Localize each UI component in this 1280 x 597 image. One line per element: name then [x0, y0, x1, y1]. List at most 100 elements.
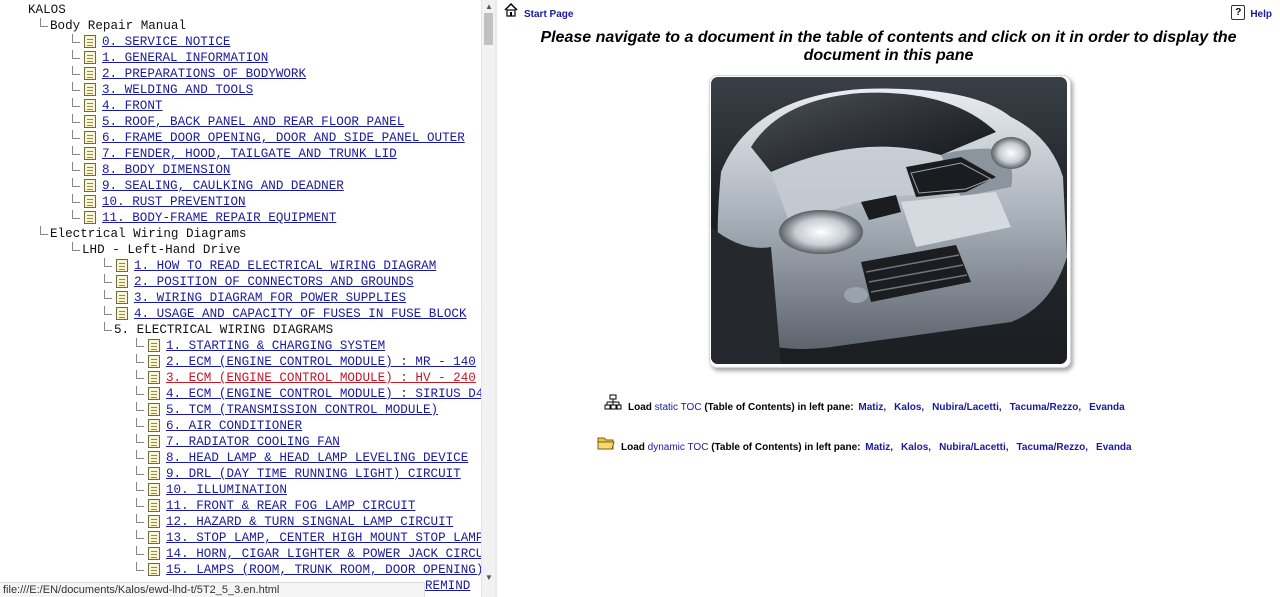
- toc-link[interactable]: 2. POSITION OF CONNECTORS AND GROUNDS: [134, 275, 414, 289]
- toc-item[interactable]: 0. SERVICE NOTICE: [66, 34, 230, 50]
- toc-item[interactable]: 15. LAMPS (ROOM, TRUNK ROOM, DOOR OPENIN…: [130, 562, 481, 578]
- toc-link[interactable]: 6. AIR CONDITIONER: [166, 419, 302, 433]
- toc-item[interactable]: 4. FRONT: [66, 98, 162, 114]
- toc-item[interactable]: 2. ECM (ENGINE CONTROL MODULE) : MR - 14…: [130, 354, 476, 370]
- toc-link[interactable]: 0. SERVICE NOTICE: [102, 35, 230, 49]
- status-bar-url: file:///E:/EN/documents/Kalos/ewd-lhd-t/…: [0, 582, 425, 597]
- tree-connector: [130, 498, 146, 514]
- car-model-link[interactable]: Evanda: [1096, 442, 1132, 453]
- toc-link[interactable]: 8. BODY DIMENSION: [102, 163, 230, 177]
- toc-link[interactable]: 6. FRAME DOOR OPENING, DOOR AND SIDE PAN…: [102, 131, 465, 145]
- toc-link[interactable]: 8. HEAD LAMP & HEAD LAMP LEVELING DEVICE: [166, 451, 468, 465]
- toc-link[interactable]: 7. FENDER, HOOD, TAILGATE AND TRUNK LID: [102, 147, 397, 161]
- toc-link[interactable]: 1. HOW TO READ ELECTRICAL WIRING DIAGRAM: [134, 259, 436, 273]
- toc-item[interactable]: 6. FRAME DOOR OPENING, DOOR AND SIDE PAN…: [66, 130, 465, 146]
- toc-link[interactable]: 4. FRONT: [102, 99, 162, 113]
- toc-link[interactable]: 7. RADIATOR COOLING FAN: [166, 435, 340, 449]
- toc-item[interactable]: 1. STARTING & CHARGING SYSTEM: [130, 338, 385, 354]
- scroll-thumb[interactable]: [484, 13, 493, 45]
- toc-item[interactable]: 9. DRL (DAY TIME RUNNING LIGHT) CIRCUIT: [130, 466, 461, 482]
- toc-link[interactable]: 1. STARTING & CHARGING SYSTEM: [166, 339, 385, 353]
- toc-item[interactable]: 1. GENERAL INFORMATION: [66, 50, 268, 66]
- document-icon: [148, 419, 160, 432]
- toc-item[interactable]: 3. ECM (ENGINE CONTROL MODULE) : HV - 24…: [130, 370, 476, 386]
- toc-item[interactable]: 1. HOW TO READ ELECTRICAL WIRING DIAGRAM: [98, 258, 436, 274]
- toc-link[interactable]: 11. BODY-FRAME REPAIR EQUIPMENT: [102, 211, 336, 225]
- tree-connector: [66, 242, 82, 258]
- toc-item[interactable]: 8. HEAD LAMP & HEAD LAMP LEVELING DEVICE: [130, 450, 468, 466]
- scroll-up-arrow[interactable]: ▲: [485, 3, 493, 11]
- toc-link[interactable]: 10. RUST PREVENTION: [102, 195, 246, 209]
- toc-link[interactable]: 1. GENERAL INFORMATION: [102, 51, 268, 65]
- car-model-link[interactable]: Kalos,: [894, 402, 924, 413]
- tree-connector: [130, 402, 146, 418]
- car-model-link[interactable]: Tacuma/Rezzo,: [1010, 402, 1082, 413]
- toc-link[interactable]: 14. HORN, CIGAR LIGHTER & POWER JACK CIR…: [166, 547, 481, 561]
- toc-item[interactable]: 8. BODY DIMENSION: [66, 162, 230, 178]
- toc-link[interactable]: 5. ROOF, BACK PANEL AND REAR FLOOR PANEL: [102, 115, 404, 129]
- car-model-link[interactable]: Tacuma/Rezzo,: [1017, 442, 1089, 453]
- toc-link[interactable]: 2. ECM (ENGINE CONTROL MODULE) : MR - 14…: [166, 355, 476, 369]
- dynamic-toc-link[interactable]: dynamic TOC: [648, 442, 709, 453]
- toc-item[interactable]: 9. SEALING, CAULKING AND DEADNER: [66, 178, 344, 194]
- tree-connector: [130, 434, 146, 450]
- toc-item[interactable]: 5. ROOF, BACK PANEL AND REAR FLOOR PANEL: [66, 114, 404, 130]
- toc-scrollbar[interactable]: ▲ ▼: [481, 0, 495, 597]
- toc-item[interactable]: 7. FENDER, HOOD, TAILGATE AND TRUNK LID: [66, 146, 397, 162]
- document-icon: [148, 451, 160, 464]
- toc-item[interactable]: 7. RADIATOR COOLING FAN: [130, 434, 340, 450]
- car-model-link[interactable]: Matiz,: [865, 442, 893, 453]
- toc-link[interactable]: 10. ILLUMINATION: [166, 483, 287, 497]
- toc-link[interactable]: 4. ECM (ENGINE CONTROL MODULE) : SIRIUS …: [166, 387, 481, 401]
- toc-link[interactable]: REMIND: [425, 579, 470, 593]
- toc-item[interactable]: 10. ILLUMINATION: [130, 482, 287, 498]
- toc-link[interactable]: 3. ECM (ENGINE CONTROL MODULE) : HV - 24…: [166, 371, 476, 385]
- load-dynamic-toc-row: Load dynamic TOC (Table of Contents) in …: [597, 437, 1132, 455]
- toc-link[interactable]: 2. PREPARATIONS OF BODYWORK: [102, 67, 306, 81]
- toc-link[interactable]: 11. FRONT & REAR FOG LAMP CIRCUIT: [166, 499, 415, 513]
- toc-link[interactable]: 15. LAMPS (ROOM, TRUNK ROOM, DOOR OPENIN…: [166, 563, 481, 577]
- toc-item[interactable]: 3. WIRING DIAGRAM FOR POWER SUPPLIES: [98, 290, 406, 306]
- toc-root: KALOS: [28, 2, 66, 18]
- toc-item[interactable]: 2. PREPARATIONS OF BODYWORK: [66, 66, 306, 82]
- toc-item[interactable]: 3. WELDING AND TOOLS: [66, 82, 253, 98]
- scroll-down-arrow[interactable]: ▼: [485, 574, 493, 582]
- car-model-link[interactable]: Evanda: [1089, 402, 1125, 413]
- toc-item[interactable]: 14. HORN, CIGAR LIGHTER & POWER JACK CIR…: [130, 546, 481, 562]
- toc-item-partial[interactable]: REMIND: [425, 578, 470, 594]
- toc-item[interactable]: 11. FRONT & REAR FOG LAMP CIRCUIT: [130, 498, 415, 514]
- toc-link[interactable]: 3. WIRING DIAGRAM FOR POWER SUPPLIES: [134, 291, 406, 305]
- toc-label: Body Repair Manual: [50, 19, 187, 33]
- toc-item[interactable]: 4. USAGE AND CAPACITY OF FUSES IN FUSE B…: [98, 306, 467, 322]
- toc-item[interactable]: 6. AIR CONDITIONER: [130, 418, 302, 434]
- document-icon: [148, 531, 160, 544]
- tree-connector: [130, 354, 146, 370]
- document-icon: [148, 483, 160, 496]
- toc-item[interactable]: 2. POSITION OF CONNECTORS AND GROUNDS: [98, 274, 414, 290]
- start-page-link[interactable]: Start Page: [504, 3, 573, 21]
- toc-item[interactable]: 5. TCM (TRANSMISSION CONTROL MODULE): [130, 402, 438, 418]
- toc-link[interactable]: 13. STOP LAMP, CENTER HIGH MOUNT STOP LA…: [166, 531, 481, 545]
- toc-item[interactable]: 4. ECM (ENGINE CONTROL MODULE) : SIRIUS …: [130, 386, 481, 402]
- tree-connector: [34, 226, 50, 242]
- toc-item[interactable]: 11. BODY-FRAME REPAIR EQUIPMENT: [66, 210, 336, 226]
- tree-connector: [66, 98, 82, 114]
- toc-item[interactable]: 12. HAZARD & TURN SINGNAL LAMP CIRCUIT: [130, 514, 453, 530]
- static-toc-link[interactable]: static TOC: [655, 402, 702, 413]
- toc-link[interactable]: 4. USAGE AND CAPACITY OF FUSES IN FUSE B…: [134, 307, 467, 321]
- toc-item[interactable]: 13. STOP LAMP, CENTER HIGH MOUNT STOP LA…: [130, 530, 481, 546]
- toc-pane[interactable]: KALOS Body Repair Manual 0. SERVICE NOTICE…: [0, 0, 481, 597]
- toc-link[interactable]: 12. HAZARD & TURN SINGNAL LAMP CIRCUIT: [166, 515, 453, 529]
- car-model-link[interactable]: Nubira/Lacetti,: [932, 402, 1001, 413]
- car-model-link[interactable]: Matiz,: [858, 402, 886, 413]
- toc-link[interactable]: 9. DRL (DAY TIME RUNNING LIGHT) CIRCUIT: [166, 467, 461, 481]
- toc-link[interactable]: 9. SEALING, CAULKING AND DEADNER: [102, 179, 344, 193]
- document-icon: [148, 435, 160, 448]
- car-model-link[interactable]: Kalos,: [901, 442, 931, 453]
- car-model-link[interactable]: Nubira/Lacetti,: [939, 442, 1008, 453]
- toc-link[interactable]: 5. TCM (TRANSMISSION CONTROL MODULE): [166, 403, 438, 417]
- toc-link[interactable]: 3. WELDING AND TOOLS: [102, 83, 253, 97]
- document-icon: [148, 515, 160, 528]
- toc-item[interactable]: 10. RUST PREVENTION: [66, 194, 246, 210]
- help-link[interactable]: ? Help: [1231, 3, 1272, 27]
